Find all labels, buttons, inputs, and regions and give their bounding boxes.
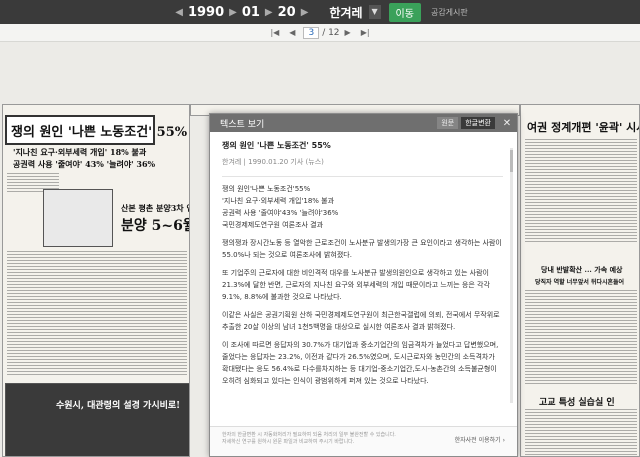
left-subhead-1: '지나친 요구·외부세력 개입' 18% 불과 (13, 147, 147, 157)
text-column (525, 139, 637, 244)
hanja-dictionary-button[interactable]: 한자사전 이용하기 › (455, 437, 505, 444)
scrollbar-thumb[interactable] (510, 150, 513, 172)
article-paragraph: 이같은 사실은 공권기획원 산하 국민경제제도연구원이 최근한국갤럽에 의뢰, … (222, 311, 500, 331)
next-day-icon[interactable]: ▶ (301, 7, 309, 18)
last-page-icon[interactable]: ▶| (361, 28, 370, 37)
scrollbar[interactable] (510, 148, 513, 403)
article-meta: 한겨레 | 1990.01.20 기사 (뉴스) (222, 158, 324, 166)
photo-caption: 수원시, 대관령의 설경 가시비로! (56, 401, 181, 411)
text-body (525, 409, 637, 456)
newspaper-page-right[interactable]: 여권 정계개편 '윤곽' 시사 당내 반발확산 ... 가속 예상 당직자 역할… (520, 104, 640, 457)
right-sub-2: 당직자 역할 너무앞서 뒤다시흔들어 (535, 279, 625, 286)
month-field[interactable]: 01 (242, 5, 260, 20)
right-sub-1: 당내 반발확산 ... 가속 예상 (541, 265, 623, 274)
article-lead: 쟁의 원인'나쁜 노동조건'55% '지나친 요구·외부세력 개입'18% 불과… (222, 185, 339, 229)
next-page-icon[interactable]: ▶ (345, 28, 351, 37)
page-navigation: |◀ ◀ 3 / 12 ▶ ▶| (0, 24, 640, 42)
hangul-convert-button[interactable]: 한글변환 (461, 117, 495, 129)
text-body (7, 251, 187, 376)
modal-title: 텍스트 보기 (220, 119, 265, 130)
first-page-icon[interactable]: |◀ (270, 28, 279, 37)
go-button[interactable]: 이동 (388, 2, 421, 22)
left-subhead-2: 공권력 사용 '줄여야' 43% '늘려야' 36% (13, 159, 156, 169)
original-text-button[interactable]: 원문 (437, 117, 459, 129)
prev-year-icon[interactable]: ◀ (175, 7, 183, 18)
left-bottom-headline: 분양 5~6월로 (121, 218, 189, 234)
cartoon-image (43, 189, 113, 247)
article-text: 쟁의 원인 '나쁜 노동조건' 55% 한겨레 | 1990.01.20 기사 … (210, 132, 517, 428)
newspaper-page-left[interactable]: 쟁의 원인 '나쁜 노동조건' 55% '지나친 요구·외부세력 개입' 18%… (2, 104, 190, 457)
prev-page-icon[interactable]: ◀ (289, 28, 295, 37)
modal-footer: 한자의 한글변환 시 자동화처리가 필요하여 되움 처리의 일부 불완전할 수 … (210, 426, 517, 456)
right-headline: 여권 정계개편 '윤곽' 시사 (527, 121, 640, 134)
modal-header: 텍스트 보기 원문 한글변환 ✕ (210, 114, 517, 132)
article-paragraph: 쟁의쟁과 장시간노동 등 열악한 근로조건이 노사분규 발생의가장 큰 요인이라… (222, 239, 502, 259)
chevron-down-icon[interactable]: ▼ (368, 5, 381, 19)
left-small-headline: 산본 평촌 분양3차 연기 (121, 203, 189, 213)
board-link[interactable]: 공감게시판 (431, 7, 468, 18)
right-bottom-headline: 고교 특성 실습실 인 (539, 398, 615, 408)
article-paragraph: 이 조사에 따르면 응답자의 30.7%가 대기업과 중소기업간의 임금격차가 … (222, 341, 499, 385)
left-headline-box[interactable]: 쟁의 원인 '나쁜 노동조건' 55% (5, 115, 188, 145)
current-page-input[interactable]: 3 (303, 26, 320, 39)
divider (222, 176, 503, 177)
close-icon[interactable]: ✕ (501, 118, 513, 129)
left-headline: 쟁의 원인 '나쁜 노동조건' 55% (11, 125, 188, 140)
text-body (525, 290, 637, 385)
year-field[interactable]: 1990 (188, 5, 224, 20)
bottom-photo: 수원시, 대관령의 설경 가시비로! (5, 383, 189, 456)
next-year-icon[interactable]: ▶ (229, 7, 237, 18)
day-field[interactable]: 20 (278, 5, 296, 20)
article-title: 쟁의 원인 '나쁜 노동조건' 55% (222, 141, 331, 150)
total-pages: / 12 (322, 27, 340, 38)
next-month-icon[interactable]: ▶ (265, 7, 273, 18)
text-view-modal: 텍스트 보기 원문 한글변환 ✕ 쟁의 원인 '나쁜 노동조건' 55% 한겨레… (209, 113, 518, 457)
date-navigation-bar: ◀ 1990 ▶ 01 ▶ 20 ▶ 한겨레 ▼ 이동 공감게시판 (0, 0, 640, 24)
newspaper-select[interactable]: 한겨레 (329, 4, 362, 21)
article-paragraph: 또 기업주의 근로자에 대한 비인격적 대우를 노사분규 발생의원인으로 생각하… (222, 269, 490, 301)
